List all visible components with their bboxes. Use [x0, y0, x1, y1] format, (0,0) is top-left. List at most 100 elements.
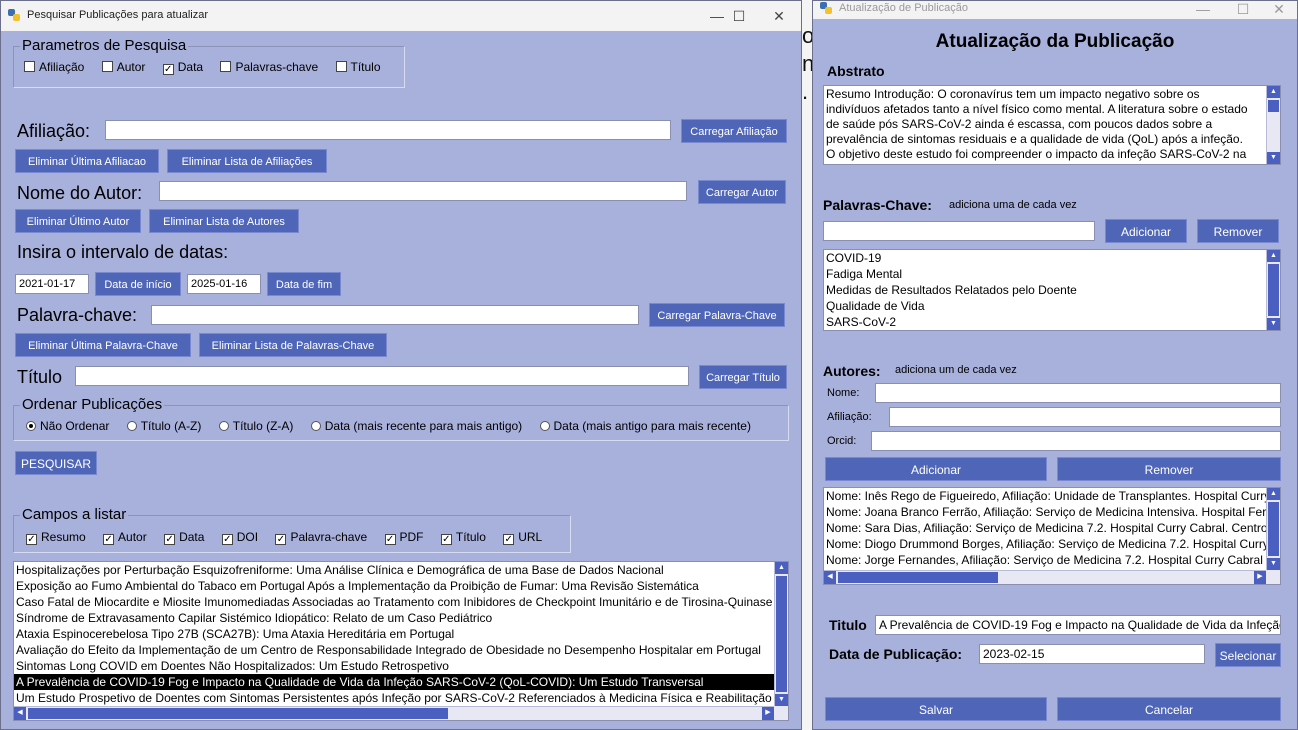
authors-listbox[interactable]: Nome: Inês Rego de Figueiredo, Afiliação… — [823, 487, 1281, 585]
param-affiliation-checkbox[interactable]: Afiliação — [24, 60, 84, 74]
remove-last-keyword-button[interactable]: Eliminar Última Palavra-Chave — [15, 333, 191, 357]
field-doi-checkbox[interactable]: ✓ DOI — [221, 530, 258, 545]
result-row[interactable]: Hospitalizações por Perturbação Esquizof… — [14, 562, 774, 578]
load-affiliation-button[interactable]: Carregar Afiliação — [681, 119, 787, 143]
result-row-selected[interactable]: A Prevalência de COVID-19 Fog e Impacto … — [14, 674, 774, 690]
remove-last-author-button[interactable]: Eliminar Último Autor — [15, 209, 141, 233]
param-title-checkbox[interactable]: Título — [335, 60, 381, 74]
authors-horizontal-scrollbar[interactable]: ◀ ▶ — [824, 570, 1266, 584]
search-button[interactable]: PESQUISAR — [15, 451, 97, 475]
author-item[interactable]: Nome: Joana Branco Ferrão, Afiliação: Se… — [824, 504, 1266, 520]
results-vertical-scrollbar[interactable]: ▲ ▼ — [774, 562, 788, 706]
author-item[interactable]: Nome: Sara Dias, Afiliação: Serviço de M… — [824, 520, 1266, 536]
scroll-down-icon[interactable]: ▼ — [1267, 152, 1280, 164]
cancel-button[interactable]: Cancelar — [1057, 697, 1281, 721]
keywords-scroll-thumb[interactable] — [1268, 264, 1279, 316]
keyword-item[interactable]: SARS-CoV-2 — [824, 314, 1266, 330]
save-button[interactable]: Salvar — [825, 697, 1047, 721]
maximize-button[interactable]: ☐ — [719, 4, 759, 28]
field-date-checkbox[interactable]: ✓ Data — [164, 530, 204, 545]
add-author-button[interactable]: Adicionar — [825, 457, 1047, 481]
author-name-input[interactable] — [875, 383, 1281, 403]
order-title-za-radio[interactable]: Título (Z-A) — [218, 419, 293, 433]
keywords-scrollbar[interactable]: ▲ ▼ — [1266, 250, 1280, 330]
remove-author-button[interactable]: Remover — [1057, 457, 1281, 481]
result-row[interactable]: Exposição ao Fumo Ambiental do Tabaco em… — [14, 578, 774, 594]
scroll-up-icon[interactable]: ▲ — [1267, 250, 1280, 262]
field-keyword-checkbox[interactable]: ✓ Palavra-chave — [275, 530, 367, 545]
scroll-left-icon[interactable]: ◀ — [14, 707, 26, 720]
close-button[interactable]: ✕ — [1259, 1, 1297, 21]
author-item[interactable]: Nome: Inês Rego de Figueiredo, Afiliação… — [824, 488, 1266, 504]
keyword-item[interactable]: Medidas de Resultados Relatados pelo Doe… — [824, 282, 1266, 298]
scroll-down-icon[interactable]: ▼ — [775, 694, 788, 706]
scroll-right-icon[interactable]: ▶ — [1254, 571, 1266, 584]
results-hscroll-thumb[interactable] — [28, 708, 448, 719]
keyword-item[interactable]: COVID-19 — [824, 250, 1266, 266]
scroll-right-icon[interactable]: ▶ — [762, 707, 774, 720]
abstract-scrollbar[interactable]: ▲ ▼ — [1266, 86, 1280, 164]
param-author-checkbox[interactable]: Autor — [101, 60, 145, 74]
abstract-scroll-thumb[interactable] — [1268, 100, 1279, 112]
author-input[interactable] — [159, 181, 687, 201]
field-abstract-checkbox[interactable]: ✓ Resumo — [26, 530, 86, 545]
authors-vscroll-thumb[interactable] — [1268, 502, 1279, 556]
load-title-button[interactable]: Carregar Título — [699, 365, 787, 389]
remove-author-list-button[interactable]: Eliminar Lista de Autores — [149, 209, 299, 233]
result-row[interactable]: Ataxia Espinocerebelosa Tipo 27B (SCA27B… — [14, 626, 774, 642]
remove-last-affiliation-button[interactable]: Eliminar Última Afiliacao — [15, 149, 159, 173]
result-row[interactable]: Sintomas Long COVID em Doentes Não Hospi… — [14, 658, 774, 674]
publication-date-input[interactable]: 2023-02-15 — [979, 644, 1205, 664]
result-row[interactable]: Síndrome de Extravasamento Capilar Sisté… — [14, 610, 774, 626]
maximize-button[interactable]: ☐ — [1223, 1, 1263, 21]
author-item[interactable]: Nome: Diogo Drummond Borges, Afiliação: … — [824, 536, 1266, 552]
abstract-textbox[interactable]: Resumo Introdução: O coronavírus tem um … — [823, 85, 1281, 165]
select-date-button[interactable]: Selecionar — [1215, 643, 1281, 667]
field-author-checkbox[interactable]: ✓ Autor — [103, 530, 147, 545]
results-vscroll-thumb[interactable] — [776, 576, 787, 692]
title-input[interactable] — [75, 366, 689, 386]
start-date-button[interactable]: Data de início — [95, 272, 181, 296]
keyword-input[interactable] — [151, 305, 639, 325]
result-row[interactable]: Um Estudo Prospetivo de Doentes com Sint… — [14, 690, 774, 706]
end-date-input[interactable]: 2025-01-16 — [187, 274, 261, 294]
result-row[interactable]: Caso Fatal de Miocardite e Miosite Imuno… — [14, 594, 774, 610]
results-horizontal-scrollbar[interactable]: ◀ ▶ — [14, 706, 774, 720]
order-date-desc-radio[interactable]: Data (mais recente para mais antigo) — [310, 419, 522, 433]
remove-keyword-list-button[interactable]: Eliminar Lista de Palavras-Chave — [199, 333, 387, 357]
order-date-asc-radio[interactable]: Data (mais antigo para mais recente) — [539, 419, 751, 433]
close-button[interactable]: ✕ — [759, 4, 799, 28]
field-url-checkbox[interactable]: ✓ URL — [503, 530, 542, 545]
start-date-input[interactable]: 2021-01-17 — [15, 274, 89, 294]
publication-title-input[interactable]: A Prevalência de COVID-19 Fog e Impacto … — [875, 615, 1281, 635]
keyword-item[interactable]: Fadiga Mental — [824, 266, 1266, 282]
param-keywords-checkbox[interactable]: Palavras-chave — [220, 60, 318, 74]
scroll-up-icon[interactable]: ▲ — [775, 562, 788, 574]
remove-affiliation-list-button[interactable]: Eliminar Lista de Afiliações — [167, 149, 327, 173]
scroll-up-icon[interactable]: ▲ — [1267, 86, 1280, 98]
keyword-item[interactable]: Qualidade de Vida — [824, 298, 1266, 314]
scroll-left-icon[interactable]: ◀ — [824, 571, 836, 584]
order-none-radio[interactable]: Não Ordenar — [26, 419, 109, 433]
minimize-button[interactable]: — — [1183, 1, 1223, 21]
update-window-titlebar[interactable]: Atualização de Publicação — ☐ ✕ — [813, 1, 1297, 19]
field-title-checkbox[interactable]: ✓ Título — [440, 530, 486, 545]
scroll-up-icon[interactable]: ▲ — [1267, 488, 1280, 500]
results-listbox[interactable]: Hospitalizações por Perturbação Esquizof… — [13, 561, 789, 721]
result-row[interactable]: Avaliação do Efeito da Implementação de … — [14, 642, 774, 658]
load-keyword-button[interactable]: Carregar Palavra-Chave — [649, 303, 785, 327]
author-item[interactable]: Nome: Jorge Fernandes, Afiliação: Serviç… — [824, 552, 1266, 568]
field-pdf-checkbox[interactable]: ✓ PDF — [384, 530, 424, 545]
load-author-button[interactable]: Carregar Autor — [698, 180, 786, 204]
keyword-add-input[interactable] — [823, 221, 1095, 241]
param-date-checkbox[interactable]: ✓ Data — [162, 60, 203, 75]
author-orcid-input[interactable] — [871, 431, 1281, 451]
author-affiliation-input[interactable] — [889, 407, 1281, 427]
scroll-down-icon[interactable]: ▼ — [1267, 558, 1280, 570]
authors-hscroll-thumb[interactable] — [838, 572, 998, 583]
remove-keyword-button[interactable]: Remover — [1197, 219, 1279, 243]
keywords-listbox[interactable]: COVID-19 Fadiga Mental Medidas de Result… — [823, 249, 1281, 331]
order-title-az-radio[interactable]: Título (A-Z) — [126, 419, 201, 433]
end-date-button[interactable]: Data de fim — [267, 272, 341, 296]
scroll-down-icon[interactable]: ▼ — [1267, 318, 1280, 330]
